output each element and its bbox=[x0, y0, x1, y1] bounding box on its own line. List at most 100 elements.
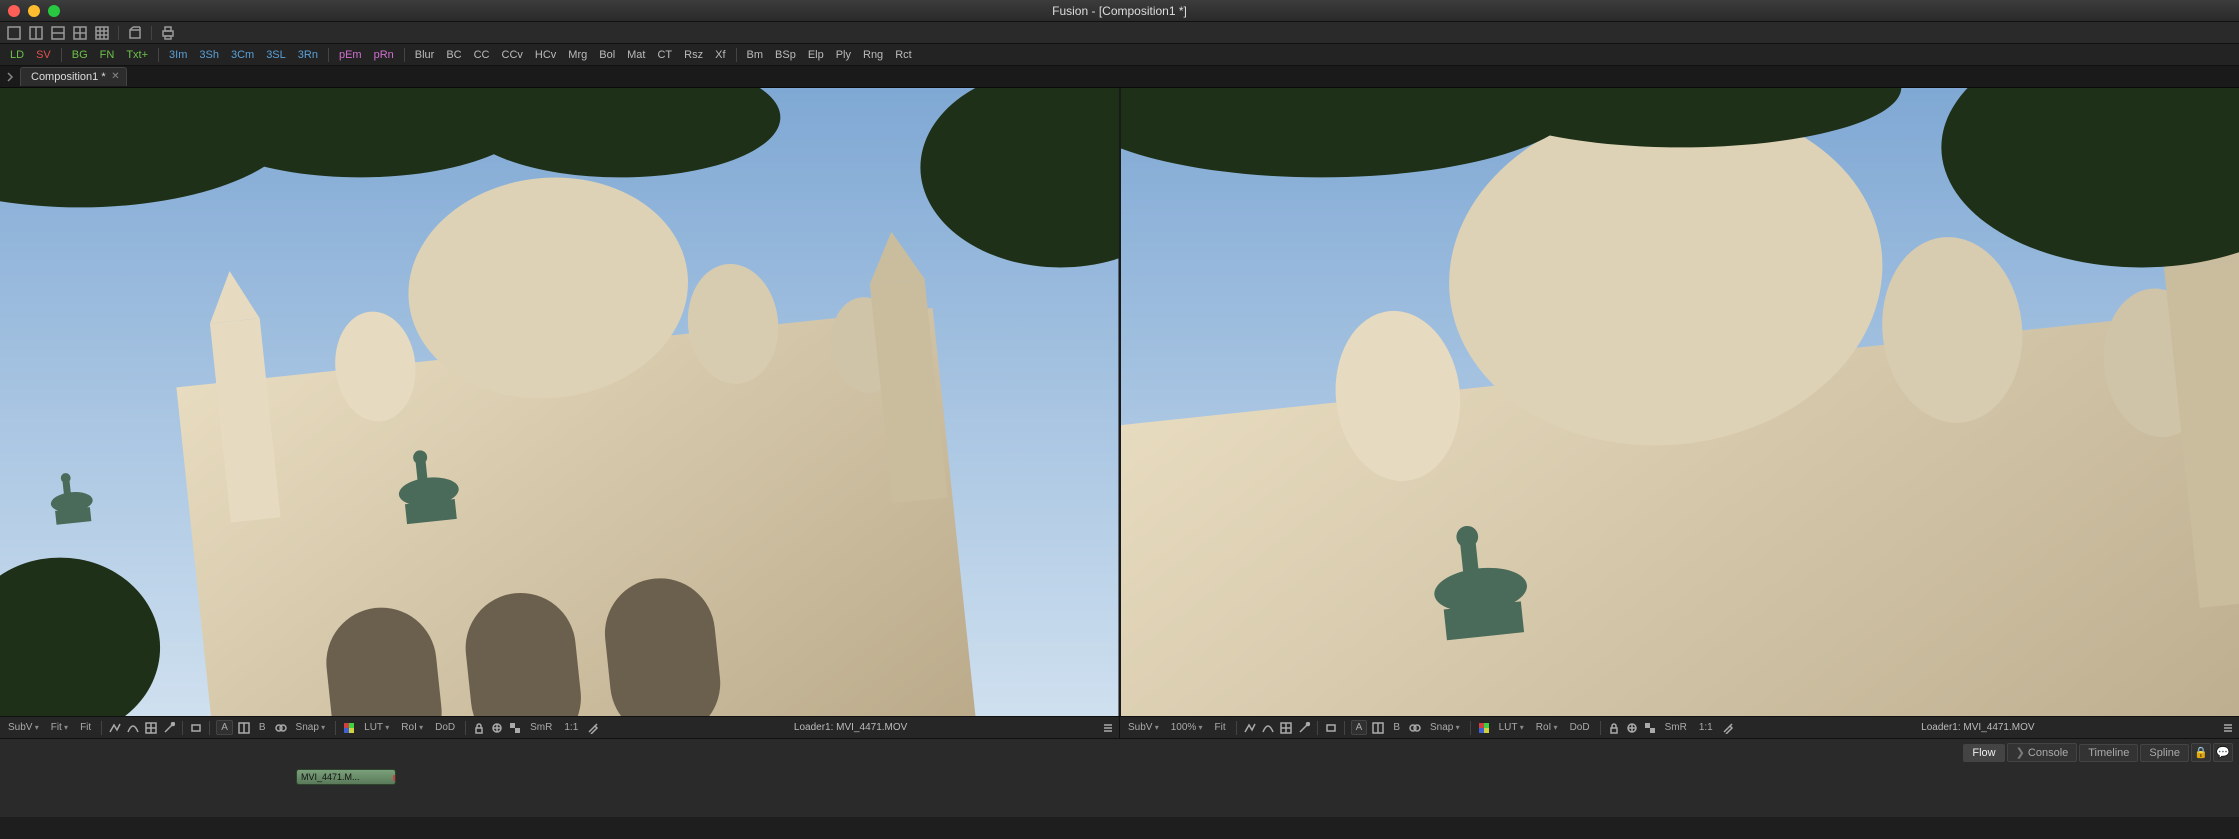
tool-bc[interactable]: BC bbox=[442, 48, 465, 62]
flow-panel[interactable]: Flow ❯ Console Timeline Spline 🔒 💬 MVI_4… bbox=[0, 739, 2239, 817]
dod-button[interactable]: DoD bbox=[431, 721, 459, 734]
controls-icon[interactable] bbox=[490, 721, 504, 735]
layout-grid-icon[interactable] bbox=[94, 25, 110, 41]
dod-button[interactable]: DoD bbox=[1566, 721, 1594, 734]
picker-icon[interactable] bbox=[1721, 721, 1735, 735]
wand-tool-icon[interactable] bbox=[1297, 721, 1311, 735]
bitmap-tool-icon[interactable] bbox=[1279, 721, 1293, 735]
layout-single-icon[interactable] bbox=[6, 25, 22, 41]
tool-hcv[interactable]: HCv bbox=[531, 48, 560, 62]
tool-ld[interactable]: LD bbox=[6, 48, 28, 62]
bin-icon[interactable] bbox=[127, 25, 143, 41]
tool-bol[interactable]: Bol bbox=[595, 48, 619, 62]
tool-xf[interactable]: Xf bbox=[711, 48, 729, 62]
checker-icon[interactable] bbox=[508, 721, 522, 735]
rectangle-tool-icon[interactable] bbox=[1324, 721, 1338, 735]
tool-ccv[interactable]: CCv bbox=[498, 48, 527, 62]
tool-bg[interactable]: BG bbox=[68, 48, 92, 62]
tool-fn[interactable]: FN bbox=[96, 48, 119, 62]
tab-console[interactable]: ❯ Console bbox=[2007, 743, 2078, 762]
controls-icon[interactable] bbox=[1625, 721, 1639, 735]
lock-icon[interactable] bbox=[472, 721, 486, 735]
tool-blur[interactable]: Blur bbox=[411, 48, 439, 62]
tool-bm[interactable]: Bm bbox=[743, 48, 768, 62]
zoom-dropdown[interactable]: 100% bbox=[1167, 721, 1207, 734]
ratio-button[interactable]: 1:1 bbox=[1695, 721, 1717, 734]
zoom-window-button[interactable] bbox=[48, 5, 60, 17]
a-buffer-button[interactable]: A bbox=[216, 720, 233, 735]
subview-dropdown[interactable]: SubV bbox=[4, 721, 43, 734]
tool-prn[interactable]: pRn bbox=[370, 48, 398, 62]
fit-button[interactable]: Fit bbox=[1211, 721, 1230, 734]
wand-tool-icon[interactable] bbox=[162, 721, 176, 735]
menu-icon[interactable] bbox=[2221, 721, 2235, 735]
viewer-a[interactable] bbox=[0, 88, 1119, 716]
tool-bsp[interactable]: BSp bbox=[771, 48, 800, 62]
tool-rng[interactable]: Rng bbox=[859, 48, 887, 62]
layout-split-h-icon[interactable] bbox=[28, 25, 44, 41]
fit-dropdown[interactable]: Fit bbox=[47, 721, 72, 734]
tool-rsz[interactable]: Rsz bbox=[680, 48, 707, 62]
fit-button[interactable]: Fit bbox=[76, 721, 95, 734]
tab-flow[interactable]: Flow bbox=[1963, 744, 2004, 762]
stereo-icon[interactable] bbox=[274, 721, 288, 735]
close-window-button[interactable] bbox=[8, 5, 20, 17]
tool-3rn[interactable]: 3Rn bbox=[294, 48, 322, 62]
menu-icon[interactable] bbox=[1101, 721, 1115, 735]
tool-3cm[interactable]: 3Cm bbox=[227, 48, 258, 62]
layout-quad-icon[interactable] bbox=[72, 25, 88, 41]
tool-cc[interactable]: CC bbox=[470, 48, 494, 62]
rectangle-tool-icon[interactable] bbox=[189, 721, 203, 735]
split-wipe-icon[interactable] bbox=[1371, 721, 1385, 735]
snap-dropdown[interactable]: Snap bbox=[292, 721, 330, 734]
lock-icon[interactable] bbox=[1607, 721, 1621, 735]
checker-icon[interactable] bbox=[1643, 721, 1657, 735]
tool-elp[interactable]: Elp bbox=[804, 48, 828, 62]
smr-button[interactable]: SmR bbox=[1661, 721, 1691, 734]
tool-ct[interactable]: CT bbox=[653, 48, 676, 62]
roi-dropdown[interactable]: RoI bbox=[397, 721, 427, 734]
tab-spline[interactable]: Spline bbox=[2140, 744, 2189, 762]
polyline-tool-icon[interactable] bbox=[108, 721, 122, 735]
tool-mrg[interactable]: Mrg bbox=[564, 48, 591, 62]
tool-3im[interactable]: 3Im bbox=[165, 48, 191, 62]
lock-panel-icon[interactable]: 🔒 bbox=[2191, 743, 2211, 762]
lut-dropdown[interactable]: LUT bbox=[1495, 721, 1528, 734]
polyline-tool-icon[interactable] bbox=[1243, 721, 1257, 735]
tool-sv[interactable]: SV bbox=[32, 48, 55, 62]
tab-timeline[interactable]: Timeline bbox=[2079, 744, 2138, 762]
tool-rct[interactable]: Rct bbox=[891, 48, 916, 62]
b-buffer-button[interactable]: B bbox=[255, 721, 270, 734]
node-view-dots[interactable]: ● ● bbox=[303, 781, 321, 785]
tool-pem[interactable]: pEm bbox=[335, 48, 366, 62]
stereo-icon[interactable] bbox=[1408, 721, 1422, 735]
chat-panel-icon[interactable]: 💬 bbox=[2213, 743, 2233, 762]
minimize-window-button[interactable] bbox=[28, 5, 40, 17]
composition-tab[interactable]: Composition1 * ✕ bbox=[20, 67, 127, 86]
bspline-tool-icon[interactable] bbox=[1261, 721, 1275, 735]
tool-3sl[interactable]: 3SL bbox=[262, 48, 290, 62]
tool-mat[interactable]: Mat bbox=[623, 48, 649, 62]
bitmap-tool-icon[interactable] bbox=[144, 721, 158, 735]
close-tab-icon[interactable]: ✕ bbox=[111, 71, 119, 82]
a-buffer-button[interactable]: A bbox=[1351, 720, 1368, 735]
roi-dropdown[interactable]: RoI bbox=[1532, 721, 1562, 734]
bspline-tool-icon[interactable] bbox=[126, 721, 140, 735]
b-buffer-button[interactable]: B bbox=[1389, 721, 1404, 734]
picker-icon[interactable] bbox=[586, 721, 600, 735]
split-wipe-icon[interactable] bbox=[237, 721, 251, 735]
color-swatch-icon[interactable] bbox=[342, 721, 356, 735]
tool-3sh[interactable]: 3Sh bbox=[195, 48, 223, 62]
viewer-b[interactable] bbox=[1119, 88, 2239, 716]
tool-ply[interactable]: Ply bbox=[832, 48, 855, 62]
snap-dropdown[interactable]: Snap bbox=[1426, 721, 1464, 734]
lut-dropdown[interactable]: LUT bbox=[360, 721, 393, 734]
smr-button[interactable]: SmR bbox=[526, 721, 556, 734]
node-output-port[interactable] bbox=[393, 775, 396, 781]
ratio-button[interactable]: 1:1 bbox=[560, 721, 582, 734]
subview-dropdown[interactable]: SubV bbox=[1124, 721, 1163, 734]
color-swatch-icon[interactable] bbox=[1477, 721, 1491, 735]
chevron-right-icon[interactable] bbox=[4, 71, 16, 83]
loader-node[interactable]: MVI_4471.M... ● ● bbox=[296, 769, 396, 785]
print-icon[interactable] bbox=[160, 25, 176, 41]
